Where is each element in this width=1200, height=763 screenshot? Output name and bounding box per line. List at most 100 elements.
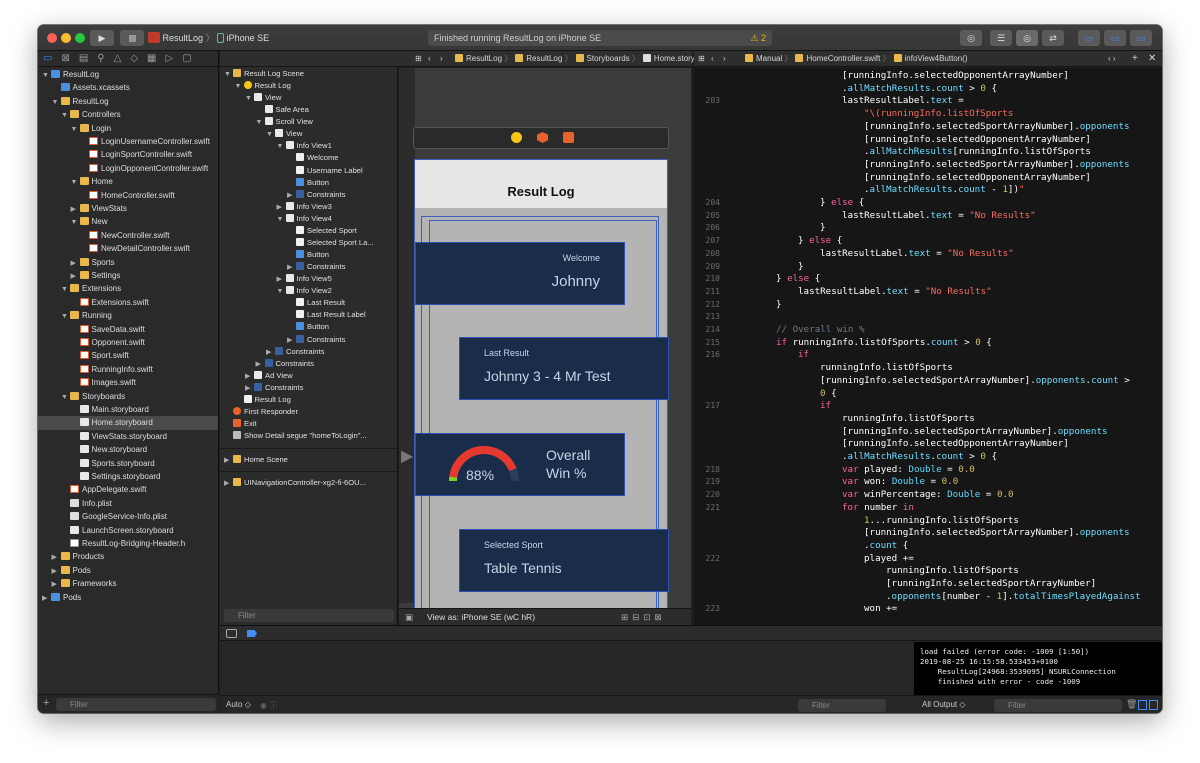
add-icon[interactable]: + [43,697,49,709]
output-selector[interactable]: All Output ◇ [922,700,966,709]
disclosure-closed-icon[interactable]: ▶ [224,450,233,472]
file-tree-item[interactable]: NewDetailController.swift [38,242,218,255]
add-editor-icon[interactable]: + [1132,51,1138,67]
disclosure-open-icon[interactable]: ▼ [61,283,70,296]
layout-tools-icon[interactable]: ⊞⊟⊡⊠ [621,609,666,626]
minimize-window-button[interactable] [61,33,71,43]
file-tree-item[interactable]: ▶ Sports [38,256,218,269]
disclosure-open-icon[interactable]: ▼ [71,216,80,229]
warning-badge[interactable]: ⚠ 2 [750,30,766,46]
outline-item[interactable]: ▶ Constraints [220,334,345,346]
source-editor[interactable]: [runningInfo.selectedOpponentArrayNumber… [694,68,1162,625]
outline-item[interactable]: ▼ Info View2 [220,285,332,297]
file-tree-item[interactable]: ResultLog-Bridging-Header.h [38,537,218,550]
outline-item[interactable]: ▼ Scroll View [220,116,313,128]
quicklook-icon[interactable]: ◉ ⓘ [260,700,277,711]
breakpoint-tab-icon[interactable]: ▷ [165,53,173,64]
disclosure-open-icon[interactable]: ▼ [71,123,80,136]
outline-toggle-icon[interactable]: ▣ [405,609,413,626]
outline-item[interactable]: Selected Sport La... [220,237,374,249]
disclosure-open-icon[interactable]: ▼ [42,69,51,82]
outline-item[interactable]: ▶ Constraints [220,261,345,273]
test-tab-icon[interactable]: ◇ [130,53,138,64]
breadcrumb-item[interactable]: HomeController.swift [806,54,880,63]
outline-item[interactable]: ▼ Result Log Scene [220,68,304,80]
file-tree-item[interactable]: Home.storyboard [38,416,218,430]
file-tree-item[interactable]: HomeController.swift [38,189,218,202]
outline-item[interactable]: First Responder [220,406,298,418]
disclosure-closed-icon[interactable]: ▶ [224,473,233,495]
file-tree-item[interactable]: NewController.swift [38,229,218,242]
file-tree-item[interactable]: ▼ Home [38,175,218,188]
disclosure-closed-icon[interactable]: ▶ [52,578,61,591]
version-editor-button[interactable]: ⇄ [1042,30,1064,46]
file-tree-item[interactable]: Sport.swift [38,349,218,362]
iphone-scene[interactable]: Result Log Welcome Johnny Last Result Jo… [414,159,669,625]
outline-item[interactable]: ▶ Info View5 [220,273,332,285]
file-tree-item[interactable]: ▶ Frameworks [38,577,218,590]
breadcrumb-item[interactable]: ResultLog [466,54,502,63]
forward-arrow-icon[interactable]: › [440,51,443,67]
file-tree-item[interactable]: ▶ Settings [38,269,218,282]
disclosure-closed-icon[interactable]: ▶ [71,203,80,216]
issue-tab-icon[interactable]: △ [114,53,122,64]
outline-item[interactable]: ▶ Constraints [220,358,314,370]
forward-arrow-icon[interactable]: › [723,51,726,67]
outline-item[interactable]: Result Log [220,394,291,406]
file-tree-item[interactable]: Images.swift [38,376,218,389]
file-tree-item[interactable]: ▶ Pods [38,564,218,577]
outline-item[interactable]: ▶ Ad View [220,370,293,382]
split-right-icon[interactable] [1149,700,1158,710]
file-tree-item[interactable]: RunningInfo.swift [38,363,218,376]
disclosure-open-icon[interactable]: ▼ [61,310,70,323]
file-tree-item[interactable]: ▼ ResultLog [38,68,218,81]
disclosure-closed-icon[interactable]: ▶ [71,257,80,270]
find-tab-icon[interactable]: ⚲ [97,53,104,64]
disclosure-closed-icon[interactable]: ▶ [71,270,80,283]
outline-item[interactable]: ▼ Info View4 [220,213,332,225]
toggle-inspector-button[interactable]: ▭ [1130,30,1152,46]
back-arrow-icon[interactable]: ‹ [428,51,431,67]
breadcrumb-item[interactable]: ResultLog [526,54,562,63]
file-tree-item[interactable]: LaunchScreen.storyboard [38,524,218,537]
file-tree-item[interactable]: LoginUsernameController.swift [38,135,218,148]
stop-button[interactable] [120,30,144,46]
file-tree-item[interactable]: ▶ ViewStats [38,202,218,215]
outline-item[interactable]: Welcome [220,152,339,164]
close-window-button[interactable] [47,33,57,43]
info-view-3[interactable]: 88% Overall Win % [415,433,625,496]
navigator-filter-input[interactable]: Filter [56,698,216,711]
grid-icon[interactable]: ⊞ [698,51,705,67]
report-tab-icon[interactable]: ▢ [182,53,191,64]
outline-item[interactable]: ▶ Constraints [220,346,324,358]
file-tree-item[interactable]: Info.plist [38,497,218,510]
file-tree-item[interactable]: ▼ Controllers [38,108,218,121]
file-tree-item[interactable]: ▼ Running [38,309,218,322]
assistant-editor-button[interactable]: ◎ [1016,30,1038,46]
variables-scope-select[interactable]: Auto ◇ [226,700,251,709]
outline-item[interactable]: Selected Sport [220,225,357,237]
view-as-label[interactable]: View as: iPhone SE (wC hR) [427,609,535,626]
debug-tab-icon[interactable]: ▦ [147,53,156,64]
outline-scene[interactable]: ▶ UINavigationController-xg2-fi-6OU... [220,471,397,493]
outline-item[interactable]: ▶ Constraints [220,382,303,394]
toggle-navigator-button[interactable]: ▭ [1078,30,1100,46]
breakpoint-icon[interactable] [247,630,257,637]
disclosure-closed-icon[interactable]: ▶ [52,551,61,564]
file-tree-item[interactable]: GoogleService-Info.plist [38,510,218,523]
console-filter-input[interactable]: Filter [994,699,1122,712]
file-tree-item[interactable]: ▼ Extensions [38,282,218,295]
file-tree-item[interactable]: ▼ New [38,215,218,228]
outline-item[interactable]: Show Detail segue "homeToLogin"... [220,430,367,442]
nav-arrows-icon[interactable]: ‹ › [1108,51,1116,67]
back-arrow-icon[interactable]: ‹ [711,51,714,67]
outline-item[interactable]: Button [220,249,329,261]
outline-item[interactable]: Username Label [220,165,363,177]
disclosure-open-icon[interactable]: ▼ [61,109,70,122]
outline-item[interactable]: ▼ Result Log [220,80,291,92]
variables-filter-input[interactable]: Filter [798,699,886,712]
outline-item[interactable]: ▶ Constraints [220,189,345,201]
file-tree-item[interactable]: Extensions.swift [38,296,218,309]
file-tree-item[interactable]: Main.storyboard [38,403,218,416]
run-button[interactable]: ▶ [90,30,114,46]
